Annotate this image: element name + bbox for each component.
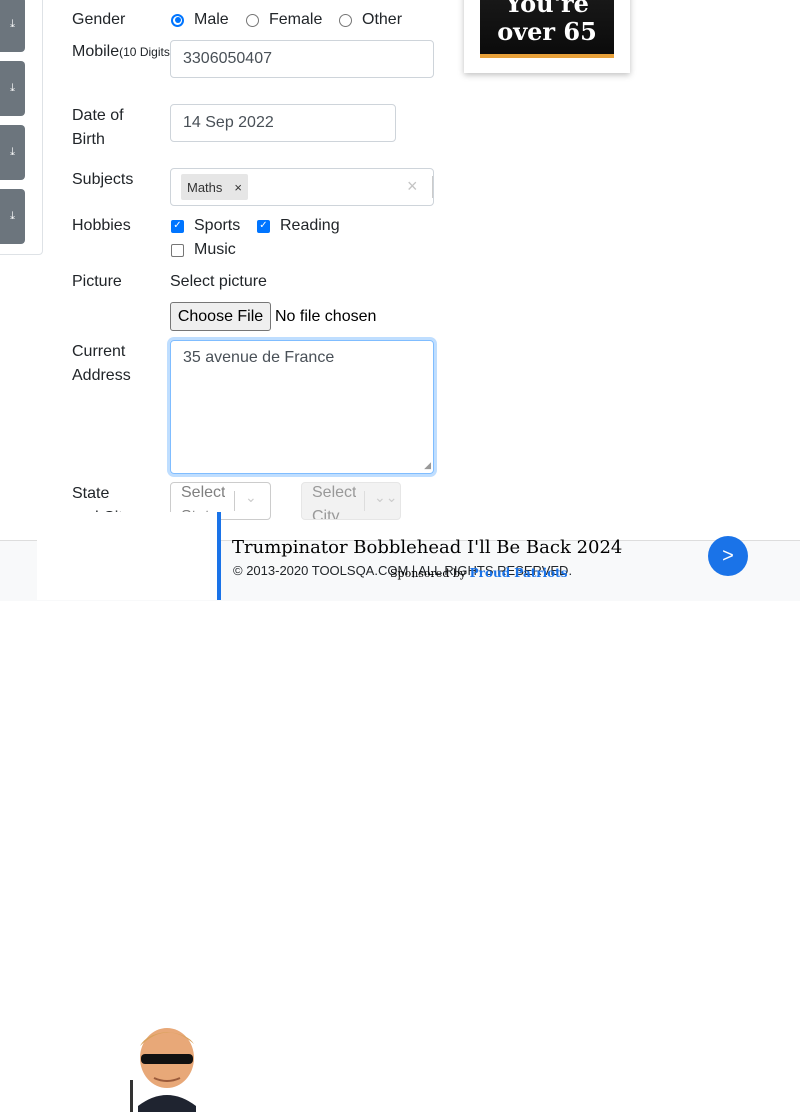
subject-chip: Maths × [181, 174, 248, 200]
bobblehead-image [130, 1024, 204, 1112]
checkbox-music[interactable] [171, 243, 184, 257]
bottom-ad-sponsored: Sponsored by Proud Patriots [390, 566, 567, 580]
city-placeholder-line2: City [312, 508, 340, 519]
radio-male[interactable] [171, 13, 184, 27]
address-value: 35 avenue de France [183, 349, 335, 366]
side-ad-accent [480, 54, 614, 58]
bottom-ad-image[interactable] [37, 512, 219, 1112]
side-ad-line1: You're [505, 0, 589, 18]
next-ad-button[interactable]: > [708, 536, 748, 576]
hobby-sports-label[interactable]: Sports [194, 217, 240, 235]
bottom-ad-divider [217, 512, 221, 600]
chevron-right-icon: > [722, 544, 734, 567]
download-icon: ⤓ [10, 82, 15, 94]
address-label-line2: Address [72, 367, 131, 384]
gender-male-label[interactable]: Male [194, 11, 229, 29]
resize-handle-icon[interactable]: ◢ [424, 460, 431, 471]
subject-chip-label: Maths [187, 179, 223, 195]
gender-other-label[interactable]: Other [362, 11, 402, 29]
dob-value: 14 Sep 2022 [183, 114, 274, 131]
dob-input[interactable]: 14 Sep 2022 [170, 104, 396, 142]
gender-label: Gender [72, 11, 126, 28]
checkbox-sports[interactable]: ✓ [171, 219, 184, 233]
mobile-input[interactable]: 3306050407 [170, 40, 434, 78]
gender-female-label[interactable]: Female [269, 11, 322, 29]
subjects-separator [432, 176, 433, 198]
select-picture-text: Select picture [170, 273, 267, 290]
download-button[interactable]: ⤓ [0, 189, 25, 244]
side-ad-banner: You're over 65 [480, 0, 614, 58]
side-ad[interactable]: You're over 65 [464, 0, 630, 73]
chip-remove-icon[interactable]: × [228, 180, 248, 195]
checkbox-reading[interactable]: ✓ [257, 219, 270, 233]
gender-male[interactable]: Male [171, 8, 229, 32]
picture-label: Picture [72, 273, 122, 290]
hobby-reading-label[interactable]: Reading [280, 217, 340, 235]
city-separator [364, 491, 365, 511]
sponsored-prefix: Sponsored by [390, 567, 467, 580]
hobby-reading[interactable]: ✓ Reading [257, 214, 340, 238]
dob-label-line2: Birth [72, 131, 105, 148]
state-placeholder-line1: Select [181, 484, 226, 501]
sponsor-link[interactable]: Proud Patriots [470, 566, 568, 580]
hobbies-label: Hobbies [72, 217, 131, 234]
gender-female[interactable]: Female [246, 8, 322, 32]
gender-other[interactable]: Other [339, 8, 402, 32]
hobby-music-label[interactable]: Music [194, 241, 236, 259]
bottom-ad-title[interactable]: Trumpinator Bobblehead I'll Be Back 2024 [232, 537, 622, 558]
radio-female[interactable] [246, 13, 259, 27]
file-status: No file chosen [275, 308, 377, 325]
dob-label: Date of Birth [72, 104, 124, 152]
hobby-music[interactable]: Music [171, 238, 236, 262]
address-textarea[interactable]: 35 avenue de France ◢ [170, 340, 434, 474]
radio-other[interactable] [339, 13, 352, 27]
download-button[interactable]: ⤓ [0, 0, 25, 52]
mobile-hint: (10 Digits) [119, 45, 174, 59]
clear-icon[interactable]: × [407, 176, 418, 197]
mobile-value: 3306050407 [183, 50, 272, 67]
state-separator [234, 491, 235, 511]
mobile-label: Mobile(10 Digits) [72, 40, 174, 64]
download-icon: ⤓ [10, 210, 15, 222]
download-icon: ⤓ [10, 146, 15, 158]
chevron-down-icon[interactable]: ⌄⌄ [374, 489, 397, 506]
download-button[interactable]: ⤓ [0, 125, 25, 180]
city-select[interactable]: Select City ⌄⌄ [301, 482, 401, 520]
address-label: Current Address [72, 340, 131, 388]
address-label-line1: Current [72, 343, 126, 360]
state-city-label-line1: State [72, 485, 110, 502]
hobby-sports[interactable]: ✓ Sports [171, 214, 240, 238]
city-placeholder-line1: Select [312, 484, 357, 501]
city-placeholder: Select City [312, 481, 356, 519]
side-ad-line2: over 65 [497, 17, 597, 46]
download-button[interactable]: ⤓ [0, 61, 25, 116]
download-icon: ⤓ [10, 18, 15, 30]
chevron-down-icon[interactable]: ⌄ [245, 489, 257, 506]
mobile-label-text: Mobile [72, 43, 120, 60]
subjects-label: Subjects [72, 171, 134, 188]
choose-file-button[interactable]: Choose File [170, 302, 271, 331]
dob-label-line1: Date of [72, 107, 124, 124]
